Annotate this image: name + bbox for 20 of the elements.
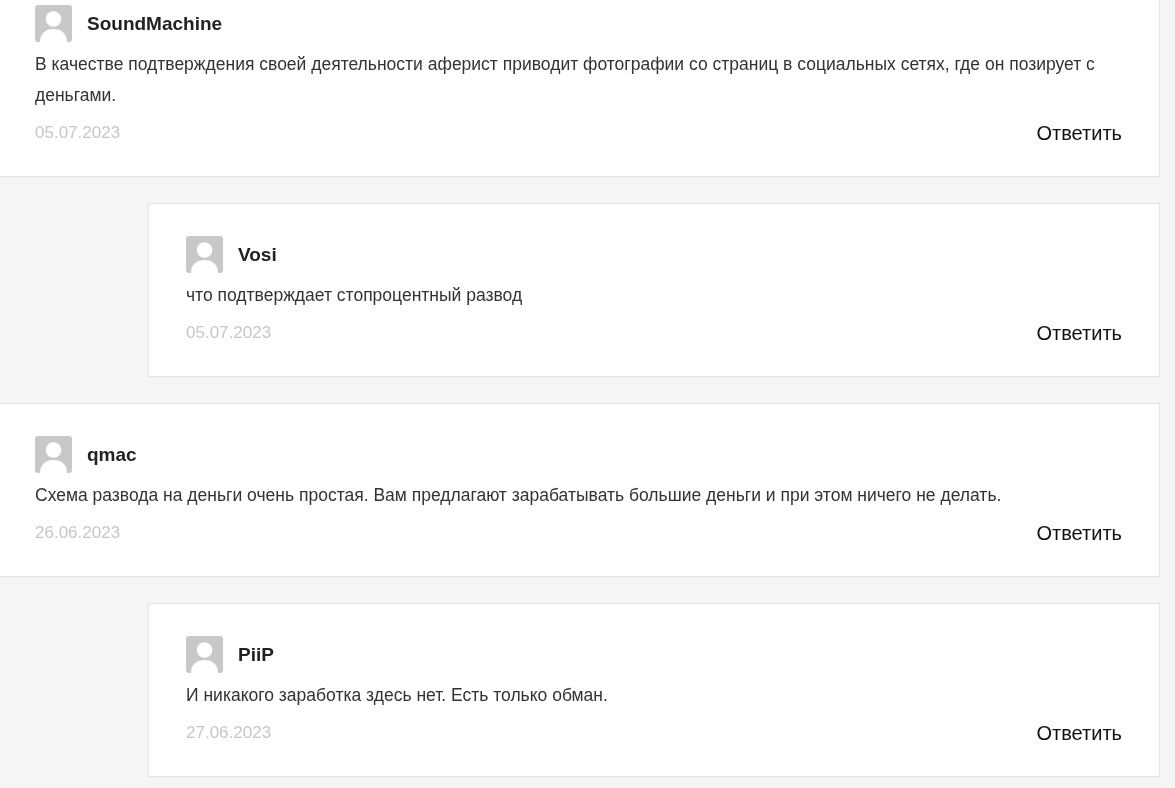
reply-link[interactable]: Ответить	[1036, 121, 1122, 145]
author-name: Vosi	[238, 243, 277, 266]
comment-text: что подтверждает стопроцентный развод	[186, 284, 524, 307]
avatar-icon	[186, 636, 223, 673]
avatar-icon	[35, 436, 72, 473]
comment-date: 05.07.2023	[186, 323, 272, 343]
comment-date: 27.06.2023	[186, 723, 272, 743]
avatar-icon	[35, 5, 72, 42]
comment-date: 26.06.2023	[35, 523, 121, 543]
author-name: qmac	[87, 443, 137, 466]
avatar-icon	[186, 236, 223, 273]
comment-text: И никакого заработка здесь нет. Есть только обман.	[186, 684, 609, 707]
reply-link[interactable]: Ответить	[1036, 721, 1122, 745]
comment-text: Схема развода на деньги очень простая. Вам предлагают зарабатывать большие деньги и при этом ничего не делать.	[35, 484, 1003, 507]
reply-link[interactable]: Ответить	[1036, 521, 1122, 545]
author-name: SoundMachine	[87, 12, 223, 35]
author-name: PiiP	[238, 643, 274, 666]
comment-text: В качестве подтверждения своей деятельности аферист приводит фотографии со страниц в социальных сетях, где он позирует с деньгами.	[35, 53, 1096, 107]
comment-date: 05.07.2023	[35, 123, 121, 143]
reply-link[interactable]: Ответить	[1036, 321, 1122, 345]
